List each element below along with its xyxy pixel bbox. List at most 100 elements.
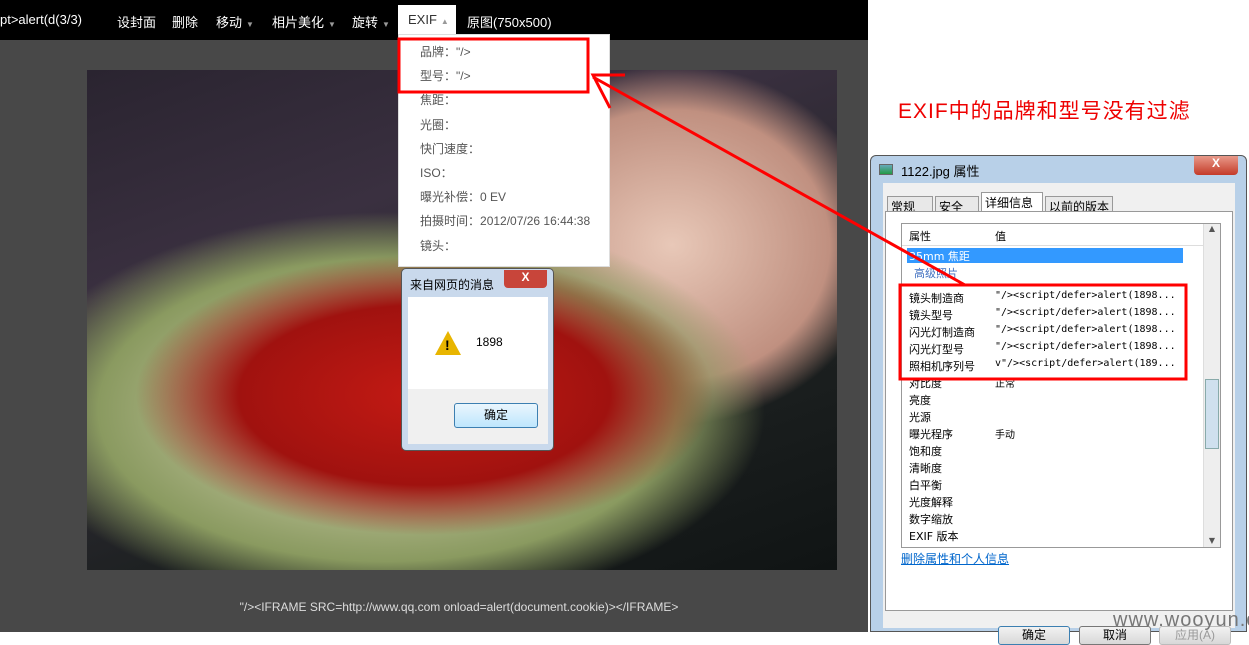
exif-row-iso: ISO： — [399, 164, 609, 188]
property-name: 白平衡 — [909, 479, 942, 492]
rotate-menu[interactable]: 旋转 ▼ — [352, 12, 390, 31]
label: 光圈： — [420, 117, 457, 132]
exif-row-time: 拍摄时间：2012/07/26 16:44:38 — [399, 212, 609, 236]
watermark: www.wooyun.org — [1113, 609, 1249, 631]
label: 曝光补偿： — [420, 190, 481, 205]
list-header: 属性 值 — [902, 224, 1220, 246]
property-name: 清晰度 — [909, 462, 942, 475]
property-name: 饱和度 — [909, 445, 942, 458]
dialog-title: 1122.jpg 属性 — [901, 164, 980, 179]
scroll-down-icon[interactable]: ▼ — [1204, 536, 1220, 545]
chevron-down-icon: ▼ — [328, 20, 336, 29]
label: 焦距： — [420, 93, 457, 108]
property-row[interactable]: 镜头型号 "/><script/defer>alert(1898... — [909, 307, 1176, 324]
property-row[interactable]: 光度解释 — [909, 494, 953, 511]
move-menu[interactable]: 移动 ▼ — [216, 12, 254, 31]
property-name: 镜头制造商 — [909, 292, 964, 305]
property-name: 光度解释 — [909, 496, 953, 509]
property-name: 对比度 — [909, 377, 942, 390]
rotate-label: 旋转 — [352, 15, 379, 30]
remove-properties-link[interactable]: 删除属性和个人信息 — [901, 550, 1009, 567]
property-row[interactable]: 照相机序列号 v"/><script/defer>alert(189... — [909, 358, 1176, 375]
property-name: 闪光灯型号 — [909, 343, 964, 356]
label: ISO： — [420, 165, 453, 180]
property-row[interactable]: EXIF 版本 — [909, 528, 959, 545]
beautify-label: 相片美化 — [272, 15, 325, 30]
value: "/> — [456, 45, 471, 59]
property-value: "/><script/defer>alert(1898... — [995, 290, 1176, 301]
ok-button[interactable]: 确定 — [454, 403, 538, 428]
chevron-down-icon: ▼ — [246, 20, 254, 29]
exif-row-shutter: 快门速度： — [399, 140, 609, 164]
property-name: 光源 — [909, 411, 931, 424]
annotation-text: EXIF中的品牌和型号没有过滤 — [898, 100, 1191, 123]
set-cover-button[interactable]: 设封面 — [117, 12, 156, 31]
beautify-menu[interactable]: 相片美化 ▼ — [272, 12, 336, 31]
chevron-up-icon: ▲ — [440, 17, 449, 26]
property-value: v"/><script/defer>alert(189... — [995, 358, 1176, 369]
delete-button[interactable]: 删除 — [172, 12, 198, 31]
ok-button[interactable]: 确定 — [998, 626, 1070, 645]
scroll-thumb[interactable] — [1205, 379, 1219, 449]
exif-row-lens: 镜头： — [399, 237, 609, 261]
dialog-panel: 常规 安全 详细信息 以前的版本 属性 值 35mm 焦距 高级照片 镜头制造商… — [883, 183, 1235, 645]
property-name: 照相机序列号 — [909, 360, 975, 373]
property-row[interactable]: 光源 — [909, 409, 931, 426]
scroll-up-icon[interactable]: ▲ — [1204, 224, 1220, 233]
property-name: 数字缩放 — [909, 513, 953, 526]
exif-label: EXIF — [408, 12, 437, 27]
tab-details[interactable]: 详细信息 — [981, 192, 1043, 213]
property-value: "/><script/defer>alert(1898... — [995, 341, 1176, 352]
property-list: 属性 值 35mm 焦距 高级照片 镜头制造商 "/><script/defer>… — [901, 223, 1221, 548]
value: "/> — [456, 69, 471, 84]
property-name: 镜头型号 — [909, 309, 953, 322]
label: 镜头： — [420, 238, 457, 253]
exif-row-brand: 品牌："/> — [399, 43, 609, 67]
label: 型号： — [420, 69, 457, 84]
scrollbar[interactable]: ▲ ▼ — [1203, 224, 1220, 547]
property-value: 正常 — [995, 379, 1015, 390]
value: 0 EV — [480, 190, 507, 205]
selected-row[interactable]: 35mm 焦距 — [907, 248, 1183, 263]
property-name: 曝光程序 — [909, 428, 953, 441]
close-button[interactable]: X — [504, 270, 547, 288]
property-value: "/><script/defer>alert(1898... — [995, 324, 1176, 335]
property-value: "/><script/defer>alert(1898... — [995, 307, 1176, 318]
exif-row-model: 型号："/> — [399, 67, 609, 91]
property-row[interactable]: 曝光程序 手动 — [909, 426, 1015, 443]
property-row[interactable]: 亮度 — [909, 392, 931, 409]
exif-row-focal: 焦距： — [399, 91, 609, 115]
property-row[interactable]: 闪光灯型号 "/><script/defer>alert(1898... — [909, 341, 1176, 358]
exif-row-exposure: 曝光补偿：0 EV — [399, 188, 609, 212]
original-size-link[interactable]: 原图(750x500) — [467, 12, 552, 31]
exif-row-aperture: 光圈： — [399, 116, 609, 140]
property-row[interactable]: 白平衡 — [909, 477, 942, 494]
alert-footer: 确定 — [408, 389, 548, 444]
alert-body: ! 1898 — [408, 297, 548, 389]
details-pane: 属性 值 35mm 焦距 高级照片 镜头制造商 "/><script/defer>… — [885, 211, 1233, 611]
label: 快门速度： — [420, 141, 481, 156]
photo-caption: "/><IFRAME SRC=http://www.qq.com onload=… — [239, 600, 679, 614]
property-name: EXIF 版本 — [909, 530, 959, 543]
image-file-icon — [879, 164, 893, 175]
column-property[interactable]: 属性 — [909, 228, 931, 244]
label: 品牌： — [420, 45, 457, 59]
chevron-down-icon: ▼ — [382, 20, 390, 29]
property-name: 闪光灯制造商 — [909, 326, 975, 339]
properties-dialog: 1122.jpg 属性 X 常规 安全 详细信息 以前的版本 属性 值 35mm… — [870, 155, 1247, 645]
property-row[interactable]: 闪光灯制造商 "/><script/defer>alert(1898... — [909, 324, 1176, 341]
property-row[interactable]: 数字缩放 — [909, 511, 953, 528]
property-row[interactable]: 对比度 正常 — [909, 375, 1015, 392]
warning-icon: ! — [435, 331, 461, 355]
alert-dialog: 来自网页的消息 X ! 1898 确定 — [401, 268, 554, 451]
property-row[interactable]: 清晰度 — [909, 460, 942, 477]
photo-viewer: pt>alert(d(3/3) 设封面 删除 移动 ▼ 相片美化 ▼ 旋转 ▼ 原图(… — [0, 0, 868, 632]
photo-title: pt>alert(d(3/3) — [0, 12, 83, 27]
move-label: 移动 — [216, 15, 243, 30]
group-header: 高级照片 — [914, 267, 958, 280]
property-row[interactable]: 镜头制造商 "/><script/defer>alert(1898... — [909, 290, 1176, 307]
value: 2012/07/26 16:44:38 — [480, 214, 591, 229]
column-value[interactable]: 值 — [995, 228, 1006, 244]
property-row[interactable]: 饱和度 — [909, 443, 942, 460]
close-button[interactable]: X — [1194, 156, 1238, 175]
